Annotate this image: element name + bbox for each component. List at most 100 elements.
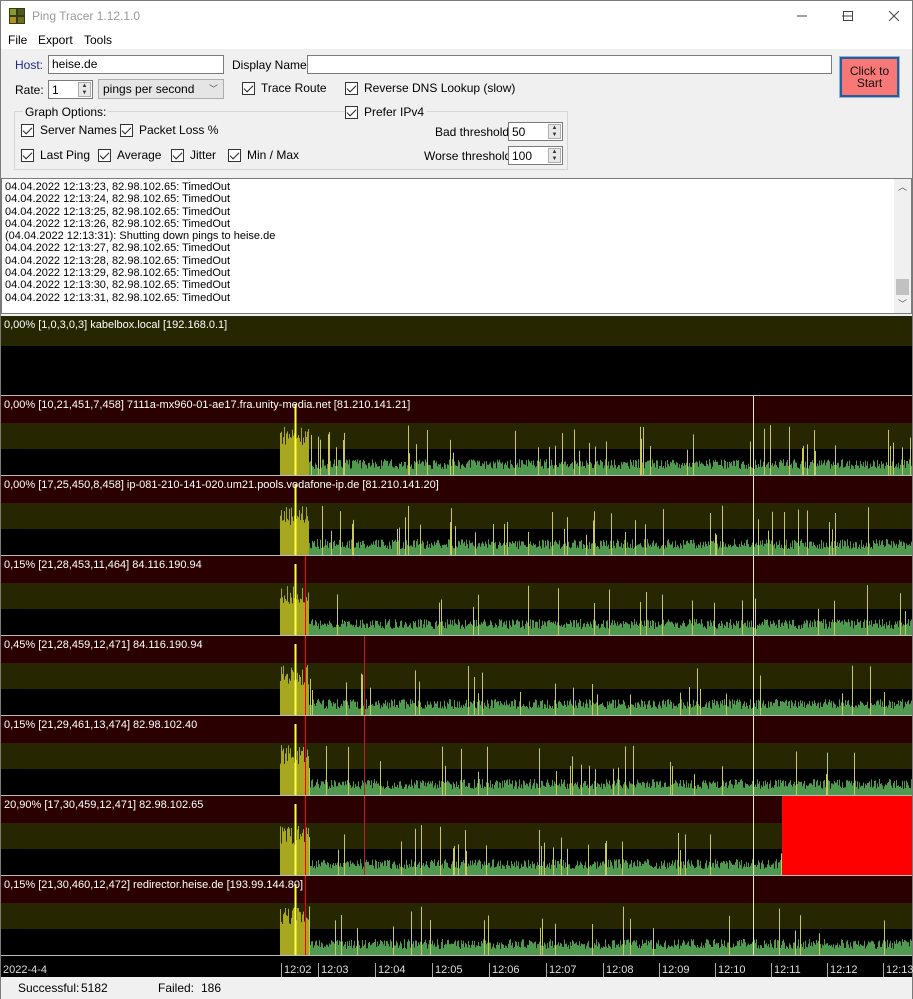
scroll-up-icon[interactable]: ︿ <box>894 179 911 196</box>
reverse-dns-label: Reverse DNS Lookup (slow) <box>364 81 516 95</box>
spin-up-icon[interactable]: ▲ <box>549 125 560 132</box>
average-checkbox[interactable]: Average <box>98 148 161 162</box>
rate-unit-value: pings per second <box>103 82 195 96</box>
bad-threshold-label: Bad threshold: <box>435 125 513 139</box>
bad-band <box>1 823 912 849</box>
timeline-tick: 12:09 <box>659 963 690 977</box>
hop-graph[interactable]: 0,15% [21,30,460,12,472] redirector.heis… <box>1 876 912 955</box>
maximize-button-visual[interactable] <box>825 1 871 31</box>
hop-label: 0,15% [21,28,453,11,464] 84.116.190.94 <box>4 559 202 571</box>
bad-band <box>1 903 912 929</box>
timeout-block <box>782 796 912 875</box>
prefer-ipv4-checkbox[interactable]: Prefer IPv4 <box>345 105 428 119</box>
timeline-tick: 12:06 <box>489 963 520 977</box>
hop-label: 0,00% [17,25,450,8,458] ip-081-210-141-0… <box>4 479 439 491</box>
spin-down-icon[interactable]: ▼ <box>549 156 560 163</box>
log-lines: 04.04.2022 12:13:23, 82.98.102.65: Timed… <box>5 181 275 304</box>
menu-tools[interactable]: Tools <box>84 33 112 47</box>
jitter-label: Jitter <box>190 148 217 162</box>
hop-graph[interactable]: 0,45% [21,28,459,12,471] 84.116.190.94 <box>1 636 912 715</box>
jitter-checkbox[interactable]: Jitter <box>171 148 216 162</box>
hop-graph[interactable]: 20,90% [17,30,459,12,471] 82.98.102.65 <box>1 796 912 875</box>
log-line: 04.04.2022 12:13:31, 82.98.102.65: Timed… <box>5 291 231 304</box>
chevron-down-icon: ﹀ <box>208 84 218 94</box>
min-max-checkbox[interactable]: Min / Max <box>228 148 299 162</box>
timeline-tick: 12:03 <box>318 963 349 977</box>
title-bar: Ping Tracer 1.12.1.0 <box>1 1 912 31</box>
bad-threshold-arrows[interactable]: ▲ ▼ <box>548 124 561 139</box>
packet-loss-label: Packet Loss % <box>139 123 219 137</box>
hop-label: 20,90% [17,30,459,12,471] 82.98.102.65 <box>4 799 204 811</box>
worse-threshold-spinner[interactable]: 100 ▲ ▼ <box>508 146 563 165</box>
log-line: (04.04.2022 12:13:31): Shutting down pin… <box>5 230 276 243</box>
menu-file[interactable]: File <box>8 33 27 47</box>
successful-label: Successful: <box>18 981 80 995</box>
spin-down-icon[interactable]: ▼ <box>79 90 90 97</box>
failed-count: 186 <box>201 981 222 995</box>
minimize-icon <box>797 15 807 17</box>
server-names-checkbox[interactable]: Server Names <box>21 123 117 137</box>
graph-separator <box>1 955 912 956</box>
spin-up-icon[interactable]: ▲ <box>79 83 90 90</box>
window-title: Ping Tracer 1.12.1.0 <box>32 9 141 23</box>
log-line: 04.04.2022 12:13:27, 82.98.102.65: Timed… <box>5 242 231 255</box>
close-icon <box>889 11 899 21</box>
log-scrollbar[interactable]: ︿ ﹀ <box>894 179 911 313</box>
bad-band <box>1 743 912 769</box>
minimize-button-visual[interactable] <box>779 1 825 31</box>
log-line: 04.04.2022 12:13:29, 82.98.102.65: Timed… <box>5 267 231 280</box>
maximize-icon <box>843 11 853 21</box>
rate-spinner[interactable]: 1 ▲ ▼ <box>48 80 93 99</box>
timeline-date: 2022-4-4 <box>3 964 48 976</box>
trace-route-checkbox[interactable]: Trace Route <box>242 81 327 95</box>
close-button[interactable] <box>871 1 913 31</box>
checkbox-checked-icon <box>228 148 241 162</box>
scroll-down-icon[interactable]: ﹀ <box>894 296 911 313</box>
display-name-input[interactable] <box>307 55 832 74</box>
host-input[interactable]: heise.de <box>48 55 224 74</box>
timeline-tick: 12:08 <box>603 963 634 977</box>
rate-unit-dropdown[interactable]: pings per second ﹀ <box>98 79 224 99</box>
server-names-label: Server Names <box>40 123 117 137</box>
log-line: 04.04.2022 12:13:24, 82.98.102.65: Timed… <box>5 193 231 206</box>
bad-band <box>1 663 912 689</box>
checkbox-checked-icon <box>21 148 34 162</box>
scroll-thumb[interactable] <box>896 279 909 295</box>
bad-threshold-spinner[interactable]: 50 ▲ ▼ <box>508 122 563 141</box>
rate-value: 1 <box>52 83 59 97</box>
menu-export[interactable]: Export <box>38 33 73 47</box>
timeline-tick: 12:12 <box>827 963 858 977</box>
log-line: 04.04.2022 12:13:30, 82.98.102.65: Timed… <box>5 279 231 292</box>
bad-band <box>1 583 912 609</box>
hop-graph[interactable]: 0,00% [10,21,451,7,458] 7111a-mx960-01-a… <box>1 396 912 475</box>
timeline-tick: 12:13 <box>883 963 913 977</box>
host-label: Host: <box>15 58 44 72</box>
checkbox-checked-icon <box>345 81 358 95</box>
packet-loss-checkbox[interactable]: Packet Loss % <box>120 123 218 137</box>
hop-label: 0,00% [1,0,3,0,3] kabelbox.local [192.16… <box>4 319 228 331</box>
log-textbox[interactable]: 04.04.2022 12:13:23, 82.98.102.65: Timed… <box>1 178 912 314</box>
failed-label: Failed: <box>158 981 195 995</box>
hop-label: 0,00% [10,21,451,7,458] 7111a-mx960-01-a… <box>4 399 411 411</box>
timeline-tick: 12:10 <box>715 963 746 977</box>
hop-label: 0,45% [21,28,459,12,471] 84.116.190.94 <box>4 639 203 651</box>
last-ping-label: Last Ping <box>40 148 91 162</box>
hop-graph[interactable]: 0,00% [1,0,3,0,3] kabelbox.local [192.16… <box>1 316 912 395</box>
rate-spinner-arrows[interactable]: ▲ ▼ <box>78 82 91 97</box>
hop-graph[interactable]: 0,15% [21,28,453,11,464] 84.116.190.94 <box>1 556 912 635</box>
hop-graph[interactable]: 0,15% [21,29,461,13,474] 82.98.102.40 <box>1 716 912 795</box>
checkbox-checked-icon <box>98 148 111 162</box>
checkbox-checked-icon <box>345 105 358 119</box>
spin-up-icon[interactable]: ▲ <box>549 149 560 156</box>
start-button[interactable]: Click to Start <box>839 56 900 98</box>
trace-route-label: Trace Route <box>261 81 327 95</box>
timeline-tick: 12:07 <box>546 963 577 977</box>
display-name-label: Display Name: <box>232 58 311 72</box>
spin-down-icon[interactable]: ▼ <box>549 132 560 139</box>
hop-graph[interactable]: 0,00% [17,25,450,8,458] ip-081-210-141-0… <box>1 476 912 555</box>
worse-threshold-value: 100 <box>512 149 533 163</box>
worse-threshold-arrows[interactable]: ▲ ▼ <box>548 148 561 163</box>
reverse-dns-checkbox[interactable]: Reverse DNS Lookup (slow) <box>345 81 515 95</box>
last-ping-checkbox[interactable]: Last Ping <box>21 148 90 162</box>
bad-band <box>1 423 912 449</box>
